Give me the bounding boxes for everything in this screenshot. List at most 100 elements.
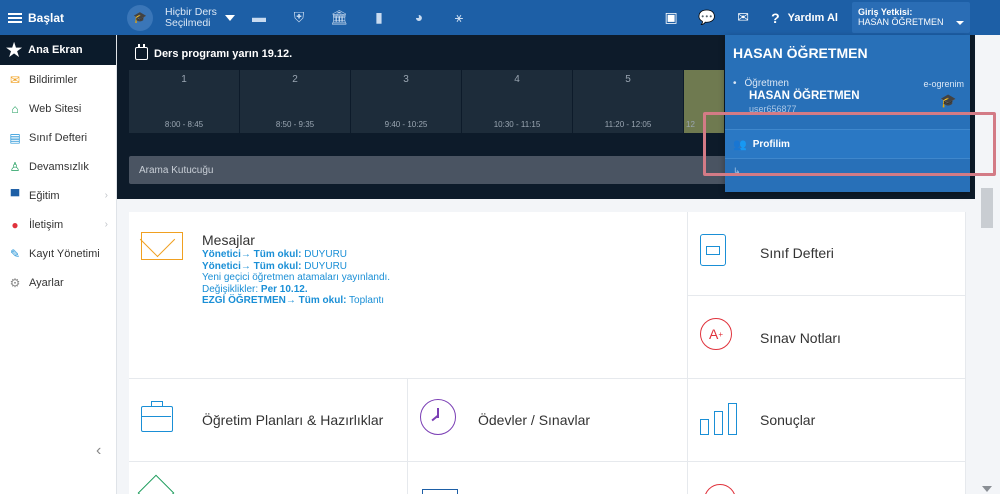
briefcase-icon [141,401,173,432]
messages-card[interactable]: Mesajlar Yönetici→ Tüm okul: DUYURU Yöne… [129,212,688,379]
shape-icon [137,474,175,494]
scrollbar-thumb[interactable] [981,188,993,228]
sidebar-item-class-book[interactable]: ▤ Sınıf Defteri [0,123,116,152]
menu-icon [8,12,22,23]
chat-bubbles-icon: ● [11,217,19,232]
auth-user: HASAN ÖĞRETMEN [858,17,944,27]
school-icon: ▀ [10,188,20,203]
sidebar-item-label: Devamsızlık [29,160,89,173]
schedule-period[interactable]: 2 8:50 - 9:35 [240,70,350,133]
sidebar-item-registration[interactable]: ✎ Kayıt Yönetimi [0,239,116,268]
dropdown-user-name: HASAN ÖĞRETMEN [733,45,868,61]
table-icon [422,489,458,494]
dropdown-role: Öğretmen [733,78,789,89]
palette-icon[interactable]: ◕ [410,8,428,26]
chevron-down-icon [956,21,964,25]
walking-icon[interactable]: ⚹ [450,8,468,26]
schedule-period[interactable]: 5 11:20 - 12:05 [573,70,683,133]
sidebar: ★ Ana Ekran ✉ Bildirimler ⌂ Web Sitesi ▤… [0,35,117,494]
top-bar: Başlat 🎓 Hiçbir Ders Seçilmedi ▬ ⛨ 🏛 ▮ ◕… [0,0,1000,35]
screen-share-icon[interactable]: ▣ [653,9,689,26]
dashboard-card[interactable] [129,462,408,494]
shield-icon[interactable]: ⛨ [290,8,308,26]
course-selector[interactable]: 🎓 Hiçbir Ders Seçilmedi [127,4,235,31]
sidebar-item-website[interactable]: ⌂ Web Sitesi [0,94,116,123]
grade-a-plus-icon: A + [700,318,732,350]
highlight-box [703,112,996,176]
results-title: Sonuçlar [760,412,816,428]
calendar-icon [135,44,148,60]
dashboard-card[interactable] [408,462,688,494]
list-item[interactable]: Değişiklikler: Per 10.12. [202,284,390,296]
graduation-cap-icon: 🎓 [127,4,153,31]
briefcase-icon[interactable]: ▬ [250,8,268,26]
sidebar-item-label: Kayıt Yönetimi [29,247,100,260]
list-item[interactable]: Yönetici→ Tüm okul: DUYURU [202,261,390,273]
schedule-period[interactable]: 4 10:30 - 11:15 [462,70,572,133]
search-input[interactable]: Arama Kutucuğu [129,156,729,184]
envelope-icon [141,232,183,260]
scroll-down-icon[interactable] [982,486,992,492]
right-nav: ▣ 💬 ✉ ? Yardım Al Giriş Yetkisi: HASAN ÖĞ… [653,0,1000,35]
teaching-plans-title: Öğretim Planları & Hazırlıklar [202,412,384,428]
sidebar-item-label: Web Sitesi [29,102,82,115]
sidebar-item-notifications[interactable]: ✉ Bildirimler [0,65,116,94]
dashboard-grid: Mesajlar Yönetici→ Tüm okul: DUYURU Yöne… [129,212,966,494]
list-item[interactable]: Yeni geçici öğretmen atamaları yayınland… [202,272,390,284]
chevron-right-icon: › [104,219,108,230]
person-icon: ♙ [9,159,21,174]
user-account-menu[interactable]: Giriş Yetkisi: HASAN ÖĞRETMEN [852,2,970,33]
schedule-period[interactable]: 1 8:00 - 8:45 [129,70,239,133]
question-icon: ? [771,9,780,26]
bar-chart-icon [700,403,742,435]
start-menu-button[interactable]: Başlat [0,0,118,35]
dashboard-card[interactable] [688,462,966,494]
dropdown-fullname: HASAN ÖĞRETMEN [749,90,860,102]
envelope-icon: ✉ [9,72,21,87]
book-icon: ▤ [9,130,21,145]
help-button[interactable]: ? Yardım Al [771,10,838,26]
clock-icon [420,399,456,435]
bar-chart-icon[interactable]: ▮ [370,8,388,26]
sidebar-item-education[interactable]: ▀ Eğitim › [0,181,116,210]
course-selector-label: Hiçbir Ders Seçilmedi [165,5,217,29]
messages-title: Mesajlar [202,232,255,248]
chevron-right-icon: › [104,190,108,201]
dropdown-eogrenim: e-ogrenim [923,79,964,89]
module-icons: ▬ ⛨ 🏛 ▮ ◕ ⚹ [250,8,468,26]
homework-card[interactable]: Ödevler / Sınavlar [408,379,688,462]
auth-label: Giriş Yetkisi: [858,7,913,17]
institution-icon[interactable]: 🏛 [330,8,348,26]
list-item[interactable]: Yönetici→ Tüm okul: DUYURU [202,249,390,261]
exam-grades-card[interactable]: A + Sınav Notları [688,296,966,379]
notebook-icon [700,234,726,266]
sidebar-item-label: Eğitim [29,189,60,202]
mail-icon[interactable]: ✉ [725,9,761,26]
schedule-periods: 1 8:00 - 8:45 2 8:50 - 9:35 3 9:40 - 10:25 … [129,70,725,133]
exam-grades-title: Sınav Notları [760,330,841,346]
sidebar-item-home[interactable]: ★ Ana Ekran [0,35,116,65]
chevron-down-icon [224,14,235,21]
results-card[interactable]: Sonuçlar [688,379,966,462]
list-item[interactable]: EZGİ ÖĞRETMEN→ Tüm okul: Toplantı [202,295,390,307]
gear-icon: ⚙ [9,275,21,290]
pen-icon: ✎ [9,246,21,261]
help-label: Yardım Al [787,11,838,24]
sidebar-item-settings[interactable]: ⚙ Ayarlar [0,268,116,297]
collapse-sidebar-icon[interactable]: ‹ [96,442,101,460]
scrollbar[interactable] [977,180,1000,494]
schedule-title: Ders programı yarın 19.12. [135,44,292,60]
messages-list: Yönetici→ Tüm okul: DUYURU Yönetici→ Tüm… [202,249,390,307]
sidebar-item-communication[interactable]: ● İletişim › [0,210,116,239]
sidebar-item-label: Ana Ekran [28,44,83,56]
brand-label: Başlat [28,10,65,25]
circle-icon [704,484,736,494]
chat-icon[interactable]: 💬 [689,9,725,26]
sidebar-item-attendance[interactable]: ♙ Devamsızlık [0,152,116,181]
teaching-plans-card[interactable]: Öğretim Planları & Hazırlıklar [129,379,408,462]
home-icon: ⌂ [11,101,19,116]
homework-title: Ödevler / Sınavlar [478,412,591,428]
class-book-card[interactable]: Sınıf Defteri [688,212,966,296]
schedule-period[interactable]: 3 9:40 - 10:25 [351,70,461,133]
sidebar-item-label: Bildirimler [29,73,78,86]
